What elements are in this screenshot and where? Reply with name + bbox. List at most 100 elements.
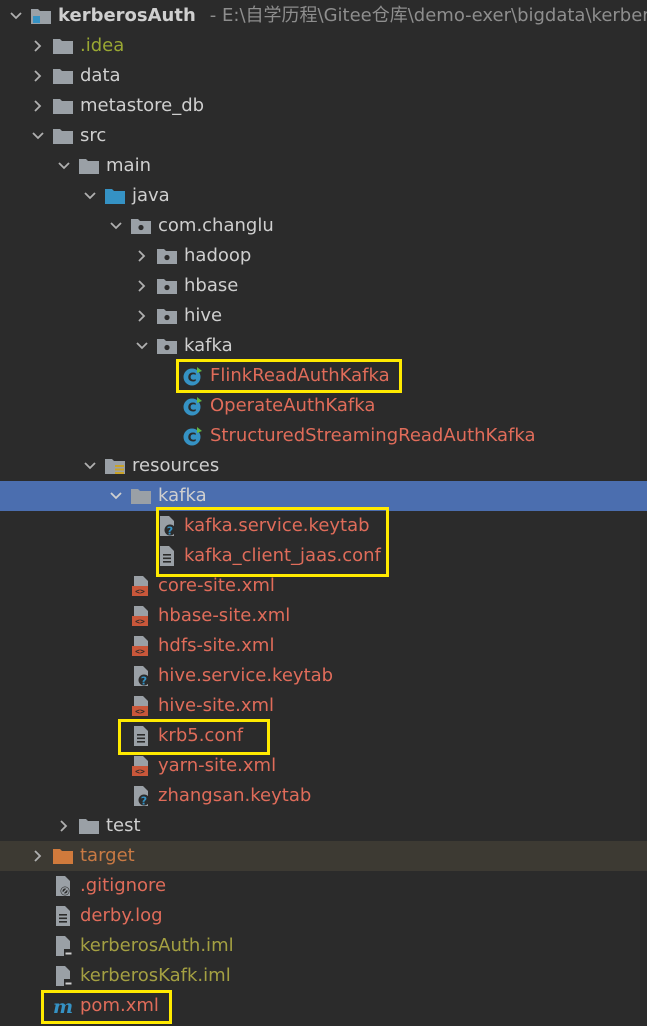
folder-icon xyxy=(52,125,74,147)
chevron-down-icon[interactable] xyxy=(108,211,124,241)
item-label: main xyxy=(106,155,151,176)
chevron-right-icon[interactable] xyxy=(134,271,150,301)
item-label: hbase xyxy=(184,275,239,296)
item-label: test xyxy=(106,815,141,836)
java-class-icon: C xyxy=(182,395,204,417)
xml-file-icon: <> xyxy=(130,695,152,717)
chevron-down-icon[interactable] xyxy=(56,151,72,181)
tree-row-hbase[interactable]: hbase xyxy=(0,271,647,301)
chevron-down-icon[interactable] xyxy=(82,451,98,481)
module-folder-icon xyxy=(30,5,52,27)
item-label: hive xyxy=(184,305,223,326)
package-icon xyxy=(156,275,178,297)
tree-row-operate-class[interactable]: C OperateAuthKafka xyxy=(0,391,647,421)
tree-row-iml-kafk[interactable]: kerberosKafk.iml xyxy=(0,961,647,991)
highlight-box-flink xyxy=(176,359,402,393)
item-label: hbase-site.xml xyxy=(158,605,291,626)
item-label: metastore_db xyxy=(80,95,205,116)
tree-row-krb5[interactable]: krb5.conf xyxy=(0,721,647,751)
chevron-right-icon[interactable] xyxy=(30,61,46,91)
root-name: kerberosAuth xyxy=(58,5,196,26)
item-label: OperateAuthKafka xyxy=(210,395,376,416)
chevron-right-icon[interactable] xyxy=(30,841,46,871)
tree-row-iml-auth[interactable]: kerberosAuth.iml xyxy=(0,931,647,961)
source-folder-icon xyxy=(104,185,126,207)
tree-row-test[interactable]: test xyxy=(0,811,647,841)
item-label: zhangsan.keytab xyxy=(158,785,312,806)
package-icon xyxy=(156,245,178,267)
tree-row-gitignore[interactable]: .gitignore xyxy=(0,871,647,901)
chevron-right-icon[interactable] xyxy=(134,301,150,331)
tree-row-resources[interactable]: resources xyxy=(0,451,647,481)
item-label: kafka xyxy=(184,335,233,356)
item-label: java xyxy=(132,185,170,206)
tree-row-root[interactable]: kerberosAuth - E:\自学历程\Gitee仓库\demo-exer… xyxy=(0,1,647,31)
chevron-down-icon[interactable] xyxy=(8,1,24,31)
module-file-icon xyxy=(52,935,74,957)
xml-file-icon: <> xyxy=(130,635,152,657)
tree-row-hdfs-site[interactable]: <> hdfs-site.xml xyxy=(0,631,647,661)
excluded-folder-icon xyxy=(52,845,74,867)
chevron-right-icon[interactable] xyxy=(134,241,150,271)
module-file-icon xyxy=(52,965,74,987)
tree-row-hbase-site[interactable]: <> hbase-site.xml xyxy=(0,601,647,631)
svg-text:C: C xyxy=(188,401,197,415)
item-label: data xyxy=(80,65,121,86)
folder-icon xyxy=(78,155,100,177)
svg-text:C: C xyxy=(188,431,197,445)
svg-text:?: ? xyxy=(141,675,147,688)
tree-row-java[interactable]: java xyxy=(0,181,647,211)
tree-row-zhangsan-keytab[interactable]: ? zhangsan.keytab xyxy=(0,781,647,811)
item-label: kerberosKafk.iml xyxy=(80,965,231,986)
chevron-down-icon[interactable] xyxy=(30,121,46,151)
tree-row-idea[interactable]: .idea xyxy=(0,31,647,61)
package-icon xyxy=(156,335,178,357)
ignore-file-icon xyxy=(52,875,74,897)
tree-row-hive-site[interactable]: <> hive-site.xml xyxy=(0,691,647,721)
chevron-down-icon[interactable] xyxy=(108,481,124,511)
package-icon xyxy=(130,215,152,237)
item-label: target xyxy=(80,845,135,866)
java-class-icon: C xyxy=(182,425,204,447)
svg-text:<>: <> xyxy=(135,767,145,776)
package-icon xyxy=(156,305,178,327)
tree-row-kafka-package[interactable]: kafka xyxy=(0,331,647,361)
text-file-icon xyxy=(52,905,74,927)
svg-text:<>: <> xyxy=(135,707,145,716)
item-label: src xyxy=(80,125,107,146)
chevron-down-icon[interactable] xyxy=(82,181,98,211)
item-label: .gitignore xyxy=(80,875,167,896)
svg-text:<>: <> xyxy=(135,617,145,626)
tree-row-main[interactable]: main xyxy=(0,151,647,181)
item-label: hive-site.xml xyxy=(158,695,275,716)
svg-text:<>: <> xyxy=(135,587,145,596)
chevron-right-icon[interactable] xyxy=(56,811,72,841)
item-label: com.changlu xyxy=(158,215,274,236)
chevron-down-icon[interactable] xyxy=(134,331,150,361)
tree-row-package[interactable]: com.changlu xyxy=(0,211,647,241)
folder-icon xyxy=(52,95,74,117)
folder-icon xyxy=(78,815,100,837)
chevron-right-icon[interactable] xyxy=(30,91,46,121)
tree-row-data[interactable]: data xyxy=(0,61,647,91)
tree-row-hive-keytab[interactable]: ? hive.service.keytab xyxy=(0,661,647,691)
unknown-file-icon: ? xyxy=(130,665,152,687)
tree-row-src[interactable]: src xyxy=(0,121,647,151)
chevron-right-icon[interactable] xyxy=(30,31,46,61)
tree-row-yarn-site[interactable]: <> yarn-site.xml xyxy=(0,751,647,781)
item-label: yarn-site.xml xyxy=(158,755,277,776)
item-label: derby.log xyxy=(80,905,163,926)
item-label: hdfs-site.xml xyxy=(158,635,275,656)
folder-icon xyxy=(52,65,74,87)
folder-icon xyxy=(52,35,74,57)
tree-row-metastore-db[interactable]: metastore_db xyxy=(0,91,647,121)
svg-text:<>: <> xyxy=(135,647,145,656)
tree-row-hadoop[interactable]: hadoop xyxy=(0,241,647,271)
resources-folder-icon xyxy=(104,455,126,477)
tree-row-hive[interactable]: hive xyxy=(0,301,647,331)
tree-row-derby-log[interactable]: derby.log xyxy=(0,901,647,931)
tree-row-target[interactable]: target xyxy=(0,841,647,871)
item-label: hadoop xyxy=(184,245,252,266)
tree-row-structured-class[interactable]: C StructuredStreamingReadAuthKafka xyxy=(0,421,647,451)
svg-text:?: ? xyxy=(141,795,147,808)
